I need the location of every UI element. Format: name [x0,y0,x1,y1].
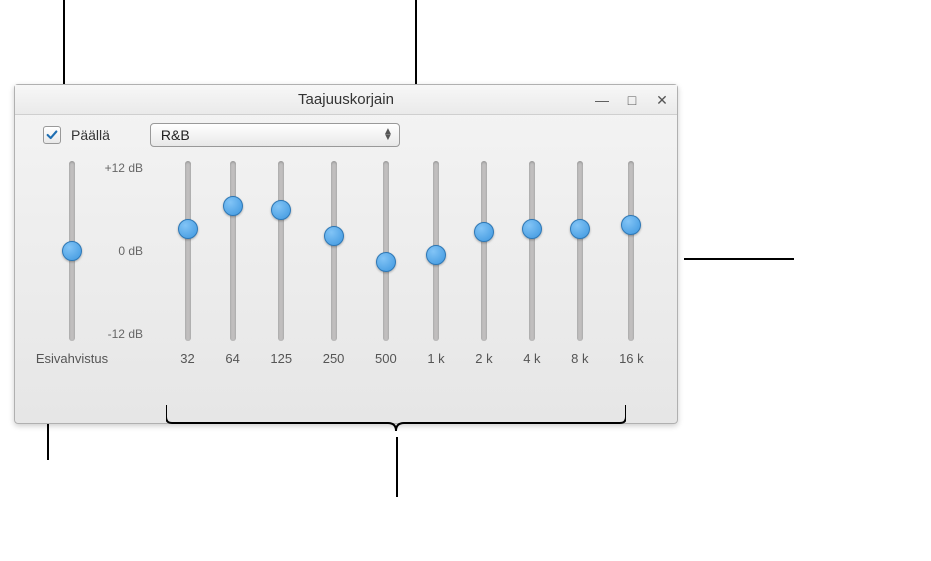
band-slider[interactable] [628,161,634,341]
select-arrows-icon: ▲▼ [383,129,393,141]
eq-band: 32 [180,153,194,411]
window-title: Taajuuskorjain [298,91,394,108]
band-thumb[interactable] [426,245,446,265]
equalizer-body: Esivahvistus +12 dB 0 dB -12 dB 32 64 125 2… [15,149,677,419]
eq-band: 250 [323,153,345,411]
band-freq-label: 125 [270,351,292,366]
eq-band: 500 [375,153,397,411]
band-freq-label: 16 k [619,351,644,366]
band-thumb[interactable] [376,252,396,272]
eq-band: 4 k [523,153,540,411]
preset-select[interactable]: R&B ▲▼ [150,123,400,147]
eq-band: 125 [270,153,292,411]
preamp-label: Esivahvistus [36,351,108,366]
controls-row: Päällä R&B ▲▼ [15,115,677,149]
band-freq-label: 8 k [571,351,588,366]
band-freq-label: 2 k [475,351,492,366]
eq-band: 16 k [619,153,644,411]
eq-bands: 32 64 125 250 500 1 k 2 k 4 k 8 k 16 k [117,153,665,411]
eq-band: 8 k [571,153,588,411]
band-freq-label: 4 k [523,351,540,366]
band-slider[interactable] [433,161,439,341]
eq-band: 2 k [475,153,492,411]
callout-line [396,437,398,497]
close-button[interactable]: ✕ [653,92,671,109]
minimize-button[interactable]: — [593,92,611,108]
preset-selected-value: R&B [161,127,190,143]
band-slider[interactable] [331,161,337,341]
maximize-button[interactable]: □ [623,92,641,108]
band-freq-label: 1 k [427,351,444,366]
band-slider[interactable] [185,161,191,341]
band-thumb[interactable] [223,196,243,216]
equalizer-window: Taajuuskorjain — □ ✕ Päällä R&B ▲▼ Esiva… [14,84,678,424]
band-slider[interactable] [481,161,487,341]
band-slider[interactable] [383,161,389,341]
eq-band: 1 k [427,153,444,411]
band-thumb[interactable] [178,219,198,239]
preamp-thumb[interactable] [62,241,82,261]
band-slider[interactable] [230,161,236,341]
band-thumb[interactable] [621,215,641,235]
eq-band: 64 [225,153,239,411]
on-label: Päällä [71,127,110,143]
band-freq-label: 64 [225,351,239,366]
preamp-column: Esivahvistus +12 dB 0 dB -12 dB [27,153,117,411]
titlebar: Taajuuskorjain — □ ✕ [15,85,677,115]
window-controls: — □ ✕ [593,85,671,115]
band-thumb[interactable] [474,222,494,242]
band-thumb[interactable] [324,226,344,246]
band-thumb[interactable] [522,219,542,239]
band-thumb[interactable] [271,200,291,220]
band-freq-label: 250 [323,351,345,366]
band-slider[interactable] [577,161,583,341]
on-checkbox[interactable] [43,126,61,144]
band-slider[interactable] [529,161,535,341]
band-thumb[interactable] [570,219,590,239]
preamp-slider[interactable] [69,161,75,341]
check-icon [45,128,59,142]
callout-line [684,258,794,260]
band-freq-label: 500 [375,351,397,366]
band-slider[interactable] [278,161,284,341]
band-freq-label: 32 [180,351,194,366]
